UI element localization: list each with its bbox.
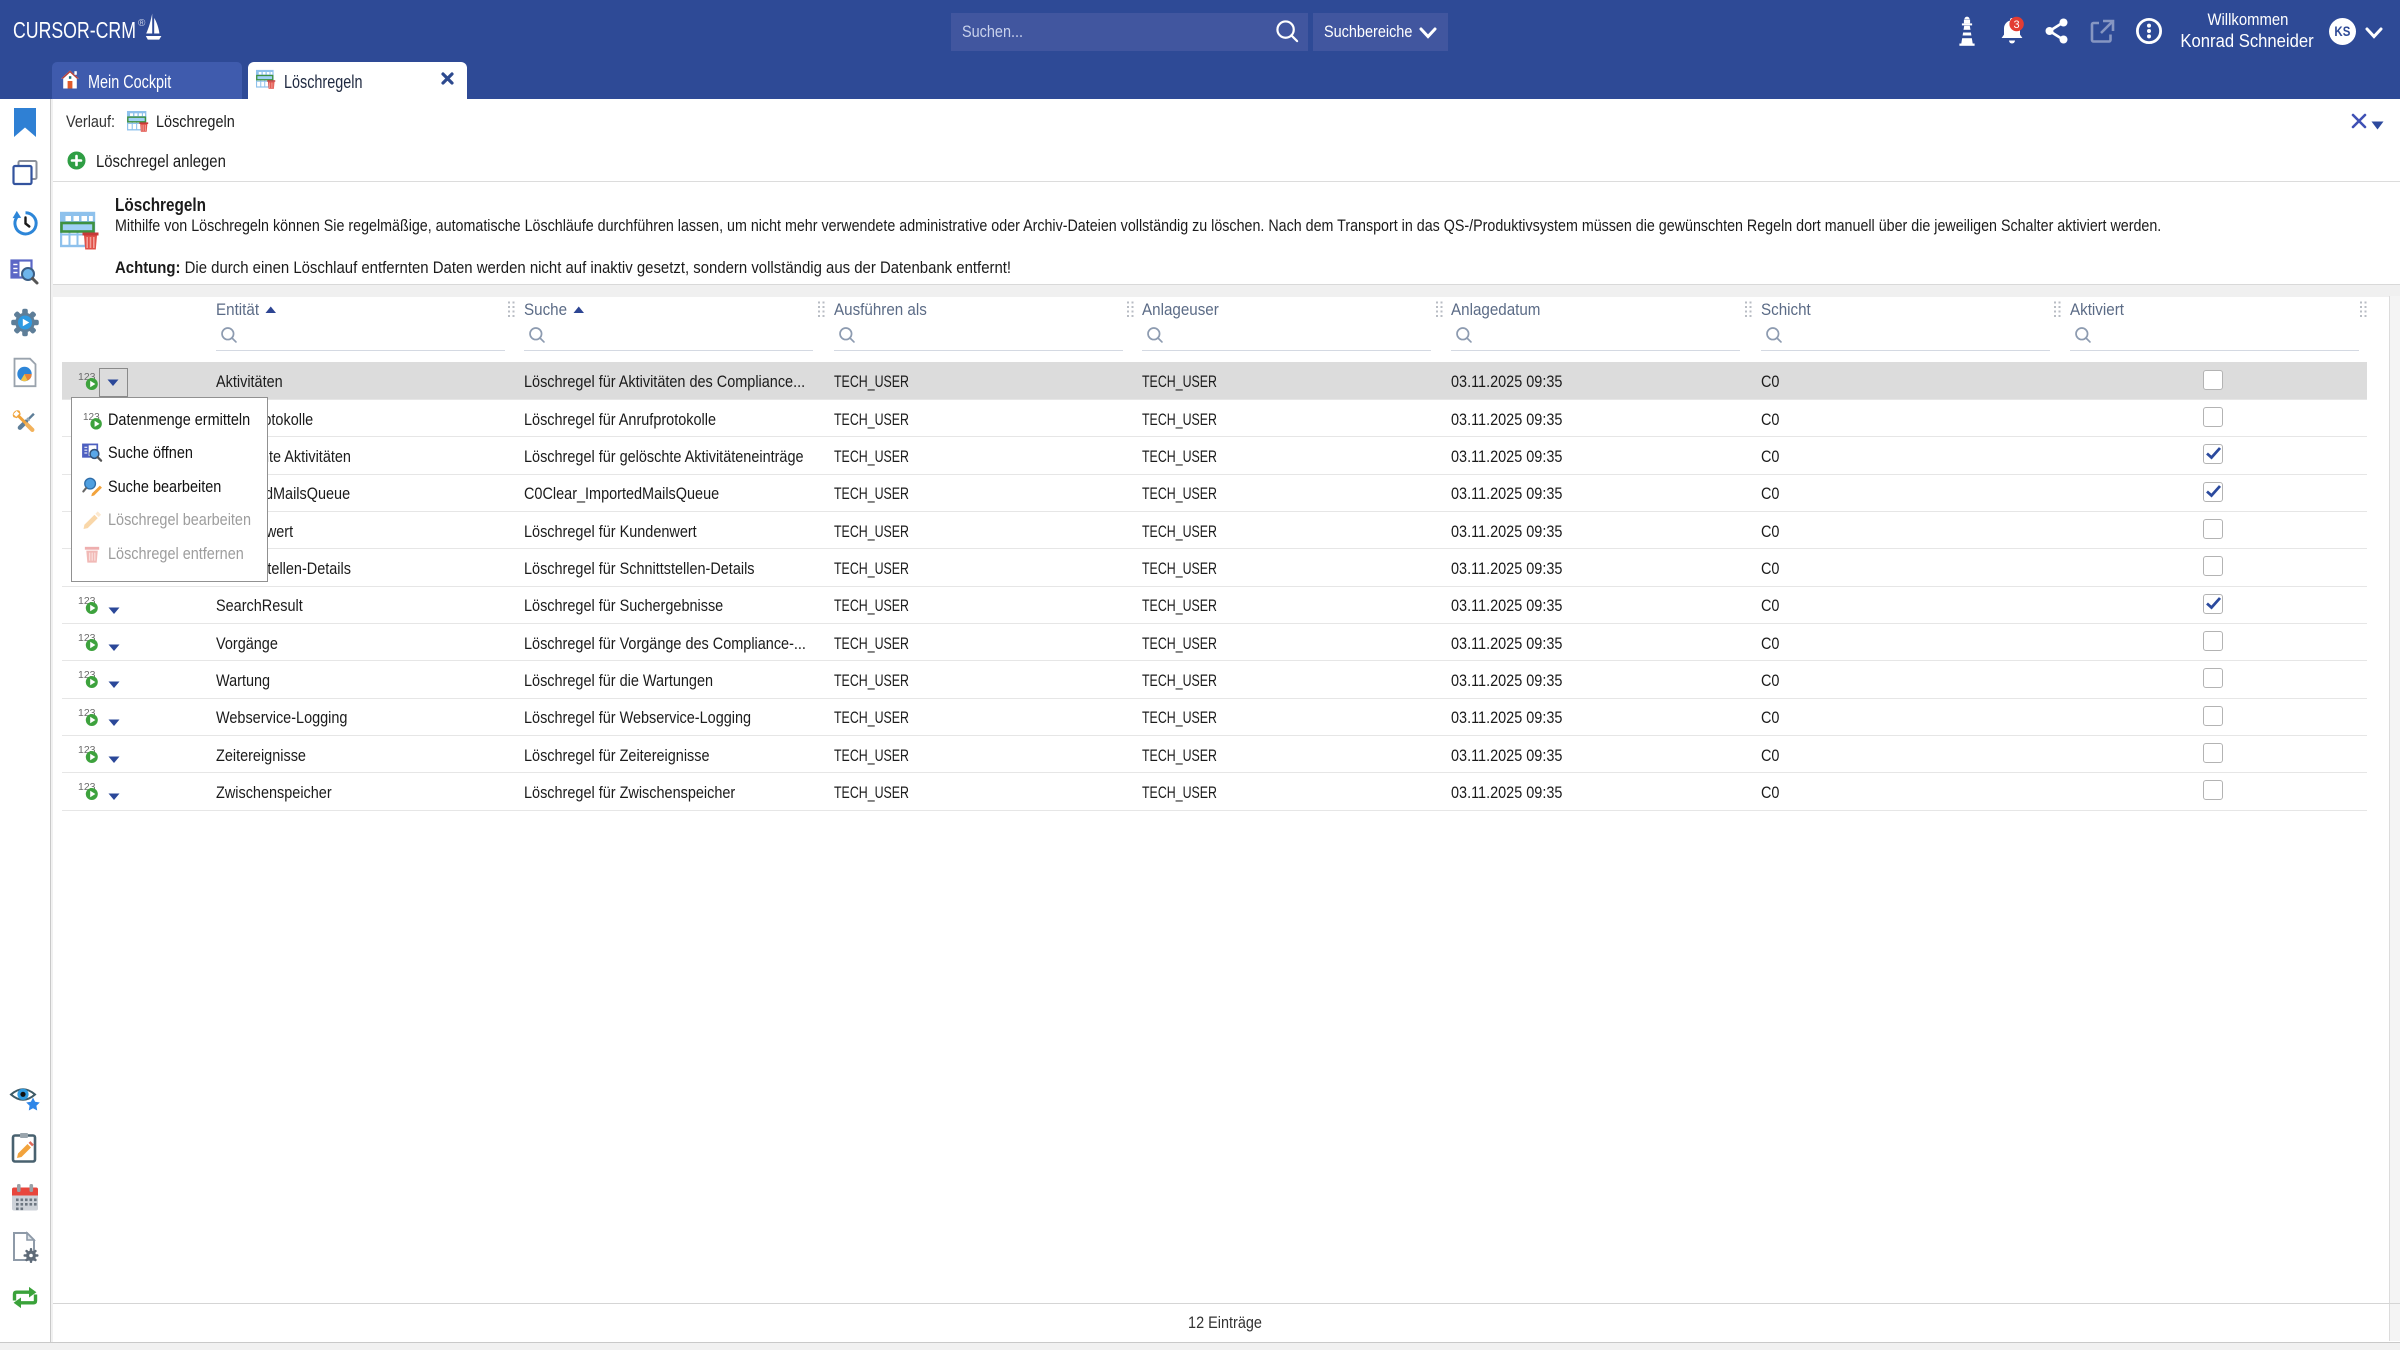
svg-text:3: 3 <box>2014 19 2020 31</box>
